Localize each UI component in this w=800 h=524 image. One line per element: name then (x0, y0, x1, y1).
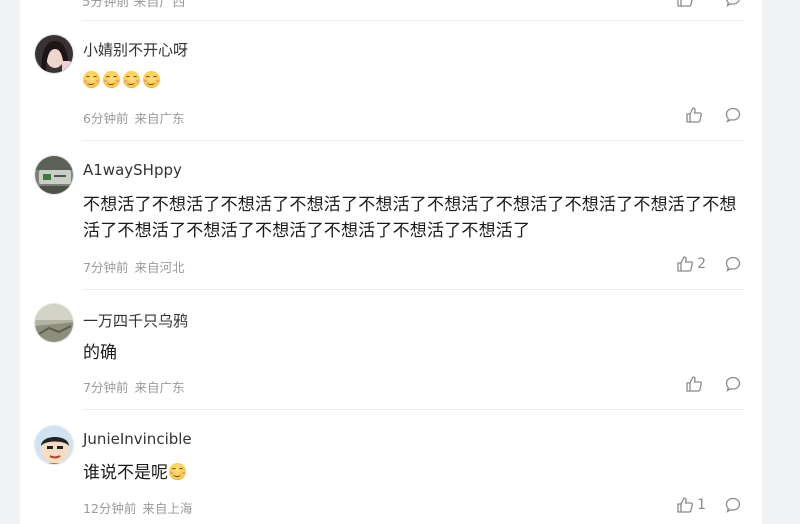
reply-button[interactable] (724, 106, 742, 124)
comment-location: 来自上海 (142, 501, 193, 516)
comment-time: 12分钟前 (83, 501, 137, 516)
like-button[interactable] (685, 106, 706, 124)
smile-emoji-icon (143, 71, 160, 88)
comment-item: 一万四千只乌鸦 的确 7分钟前 来自广东 (20, 291, 762, 411)
avatar[interactable] (34, 303, 74, 343)
comment-text: 的确 (83, 343, 117, 363)
user-avatar-image (35, 156, 73, 194)
reply-button[interactable] (724, 255, 742, 273)
avatar[interactable] (34, 155, 74, 195)
comment-actions (685, 106, 742, 124)
comment-bubble-icon (725, 107, 741, 123)
comment-location: 来自河北 (134, 260, 185, 275)
thumbs-up-icon (677, 497, 694, 513)
smile-emoji-icon (123, 71, 140, 88)
comment-bubble-icon (725, 256, 741, 272)
like-button[interactable] (676, 0, 694, 12)
thumbs-up-icon (677, 256, 694, 272)
comment-meta: 7分钟前 来自河北 (83, 257, 184, 276)
comment-bubble-icon (726, 0, 740, 7)
smile-emoji-icon (83, 71, 100, 88)
like-button[interactable] (685, 375, 706, 393)
thumbs-up-icon (686, 376, 702, 392)
reply-button[interactable] (724, 496, 742, 514)
avatar[interactable] (34, 34, 74, 74)
comment-time: 7分钟前 (83, 260, 129, 275)
user-avatar-image (35, 35, 73, 73)
comment-time: 7分钟前 (83, 380, 129, 395)
comment-text (83, 68, 743, 94)
reply-button[interactable] (724, 375, 742, 393)
comment-actions: 2 (676, 255, 742, 273)
username[interactable]: JunieInvincible (83, 430, 192, 448)
comment-item: A1waySHppy 不想活了不想活了不想活了不想活了不想活了不想活了不想活了不… (20, 141, 762, 291)
comment-list-panel: 5分钟前 来自广西 小婧别不开心呀 6分钟前 来自广东 A1waySHppy 不… (20, 0, 762, 524)
comment-bubble-icon (725, 497, 741, 513)
like-button[interactable]: 2 (676, 255, 706, 273)
username[interactable]: A1waySHppy (83, 161, 182, 179)
comment-text: 不想活了不想活了不想活了不想活了不想活了不想活了不想活了不想活了不想活了不想活了… (83, 195, 737, 241)
comment-meta: 7分钟前 来自广东 (83, 377, 184, 396)
username[interactable]: 一万四千只乌鸦 (83, 310, 188, 331)
comment-location: 来自广东 (134, 111, 185, 126)
comment-meta: 12分钟前 来自上海 (83, 498, 192, 517)
thumbs-up-icon (677, 0, 693, 7)
comment-actions: 1 (676, 496, 742, 514)
comment-item: JunieInvincible 谁说不是呢 12分钟前 来自上海 1 (20, 411, 762, 524)
comment-time: 6分钟前 (83, 111, 129, 126)
comment-meta: 6分钟前 来自广东 (83, 108, 184, 127)
divider (82, 289, 744, 290)
avatar[interactable] (34, 425, 74, 465)
comment-text: 谁说不是呢 (83, 460, 743, 486)
smile-emoji-icon (169, 463, 186, 480)
user-avatar-image (35, 426, 73, 464)
comment-actions (685, 375, 742, 393)
like-button[interactable]: 1 (676, 496, 706, 514)
like-count: 2 (697, 256, 706, 272)
like-count: 1 (697, 497, 706, 513)
comment-actions (676, 0, 742, 12)
comment-bubble-icon (725, 376, 741, 392)
thumbs-up-icon (686, 107, 702, 123)
username[interactable]: 小婧别不开心呀 (83, 39, 188, 60)
comment-meta: 5分钟前 来自广西 (82, 0, 186, 10)
previous-comment-footer: 5分钟前 来自广西 (20, 0, 762, 21)
comment-text-content: 谁说不是呢 (83, 463, 168, 483)
reply-button[interactable] (724, 0, 742, 12)
comment-location: 来自广东 (134, 380, 185, 395)
comment-item: 小婧别不开心呀 6分钟前 来自广东 (20, 22, 762, 141)
smile-emoji-icon (103, 71, 120, 88)
divider (82, 20, 744, 21)
user-avatar-image (35, 304, 73, 342)
divider (82, 409, 744, 410)
